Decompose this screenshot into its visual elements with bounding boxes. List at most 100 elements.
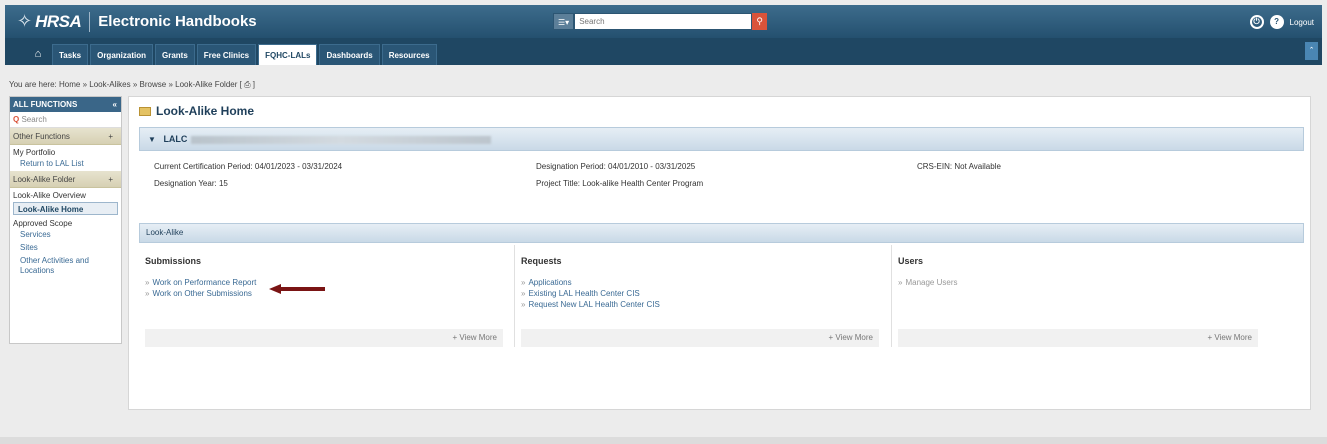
left-sidebar: ALL FUNCTIONS « Q Search Other Functions…	[9, 96, 122, 344]
tab-grants[interactable]: Grants	[154, 44, 195, 65]
breadcrumb-current: Look-Alike Folder	[175, 80, 238, 89]
tab-resources[interactable]: Resources	[381, 44, 437, 65]
tab-tasks[interactable]: Tasks	[52, 44, 89, 65]
tab-fqhc-lals[interactable]: FQHC-LALs	[258, 44, 318, 65]
sidebar-item-look-alike-overview[interactable]: Look-Alike Overview	[10, 188, 121, 201]
submissions-title: Submissions	[145, 256, 202, 266]
sidebar-group-approved-scope: Approved Scope	[13, 219, 73, 228]
users-title: Users	[898, 256, 924, 266]
crs-ein: CRS-EIN: Not Available	[917, 162, 1001, 171]
list-item[interactable]: » Work on Other Submissions	[145, 288, 256, 299]
tab-dashboards[interactable]: Dashboards	[319, 44, 380, 65]
bullet: »	[521, 289, 526, 298]
users-panel: Users » Manage Users + View More	[892, 245, 1304, 347]
power-icon[interactable]: ⏻	[1249, 15, 1264, 29]
designation-period: Designation Period: 04/01/2010 - 03/31/2…	[536, 162, 696, 171]
sidebar-item-look-alike-home[interactable]: Look-Alike Home	[13, 202, 118, 215]
main-content: Look-Alike Home ▼ LALC Current Certifica…	[128, 96, 1311, 410]
sidebar-header: ALL FUNCTIONS «	[10, 97, 121, 112]
manage-users-link[interactable]: Manage Users	[905, 278, 957, 287]
submissions-list: » Work on Performance Report » Work on Oth…	[145, 277, 256, 299]
requests-panel: Requests » Applications » Existing LAL Hea…	[515, 245, 892, 347]
bullet: »	[145, 278, 150, 287]
search-scope-dropdown[interactable]: ☰▾	[553, 13, 575, 30]
sidebar-section-look-alike-folder[interactable]: Look-Alike Folder +	[10, 171, 121, 188]
sidebar-item-other-activities[interactable]: Other Activities and Locations	[10, 255, 121, 278]
sidebar-collapse-icon[interactable]: «	[113, 97, 117, 112]
submissions-view-more[interactable]: + View More	[145, 329, 503, 347]
list-item[interactable]: » Manage Users	[898, 277, 957, 288]
sidebar-group-my-portfolio: My Portfolio	[13, 148, 56, 157]
logout-link[interactable]: Logout	[1290, 18, 1314, 27]
tab-organization[interactable]: Organization	[90, 44, 153, 65]
request-new-lal-cis-link[interactable]: Request New LAL Health Center CIS	[528, 300, 659, 309]
sidebar-header-label: ALL FUNCTIONS	[13, 100, 78, 109]
bullet: »	[898, 278, 903, 287]
logo-divider	[89, 11, 91, 32]
sidebar-search-placeholder: Search	[21, 115, 47, 124]
list-item[interactable]: » Work on Performance Report	[145, 277, 256, 288]
breadcrumb-separator: »	[132, 80, 138, 89]
sidebar-item-sites[interactable]: Sites	[10, 242, 121, 255]
applications-link[interactable]: Applications	[528, 278, 571, 287]
top-bar: ✧ HRSA Electronic Handbooks ☰▾ ⚲ ⏻ ? Log…	[5, 5, 1322, 38]
hrsa-logo[interactable]: ✧ HRSA Electronic Handbooks	[17, 11, 257, 32]
nav-collapse-icon[interactable]: ⌃	[1305, 42, 1318, 60]
tab-free-clinics[interactable]: Free Clinics	[196, 44, 257, 65]
help-icon[interactable]: ?	[1269, 15, 1284, 29]
certification-period: Current Certification Period: 04/01/2023…	[154, 162, 343, 171]
project-title: Project Title: Look-alike Health Center …	[536, 179, 704, 188]
main-nav: ⌂ Tasks Organization Grants Free Clinics…	[5, 38, 1322, 65]
sidebar-section-other-functions[interactable]: Other Functions +	[10, 128, 121, 145]
look-alike-section-header: Look-Alike	[139, 223, 1304, 243]
breadcrumb-separator: »	[168, 80, 173, 89]
search-button[interactable]: ⚲	[752, 13, 768, 30]
entity-header[interactable]: ▼ LALC	[139, 127, 1304, 151]
breadcrumb-look-alikes[interactable]: Look-Alikes	[89, 80, 130, 89]
sidebar-item-return-to-lal-list[interactable]: Return to LAL List	[10, 158, 121, 171]
section-toggle-icon[interactable]: +	[108, 171, 113, 188]
users-view-more[interactable]: + View More	[898, 329, 1258, 347]
requests-list: » Applications » Existing LAL Health Cente…	[521, 277, 660, 310]
global-search: ☰▾ ⚲	[553, 13, 768, 30]
top-right-controls: ⏻ ? Logout	[1249, 15, 1314, 29]
section-label: Look-Alike Folder	[13, 175, 76, 184]
sidebar-search[interactable]: Q Search	[10, 112, 121, 128]
hrsa-logo-text: HRSA	[35, 11, 82, 31]
section-label: Other Functions	[13, 132, 70, 141]
breadcrumb-prefix: You are here:	[9, 80, 57, 89]
print-icon[interactable]: [ ⎙ ]	[240, 80, 255, 89]
page-title-text: Look-Alike Home	[156, 104, 255, 118]
hhs-eagle-icon: ✧	[17, 11, 33, 31]
page-title: Look-Alike Home	[139, 104, 254, 118]
page-footer	[0, 437, 1327, 444]
entity-name: LALC	[163, 134, 188, 144]
breadcrumb: You are here: Home » Look-Alikes » Brows…	[9, 80, 255, 90]
list-item[interactable]: » Applications	[521, 277, 660, 288]
submissions-panel: Submissions » Work on Performance Report …	[139, 245, 515, 347]
folder-icon	[139, 106, 151, 116]
search-icon: Q	[13, 115, 20, 124]
breadcrumb-home[interactable]: Home	[59, 80, 80, 89]
annotation-arrow-icon	[269, 284, 325, 294]
breadcrumb-separator: »	[82, 80, 88, 89]
home-icon[interactable]: ⌂	[26, 44, 50, 65]
collapse-triangle-icon[interactable]: ▼	[148, 135, 156, 144]
users-list: » Manage Users	[898, 277, 957, 288]
list-item[interactable]: » Existing LAL Health Center CIS	[521, 288, 660, 299]
requests-title: Requests	[521, 256, 562, 266]
existing-lal-cis-link[interactable]: Existing LAL Health Center CIS	[528, 289, 639, 298]
app-title: Electronic Handbooks	[98, 13, 257, 30]
designation-year: Designation Year: 15	[154, 179, 228, 188]
work-on-other-submissions-link[interactable]: Work on Other Submissions	[152, 289, 251, 298]
redacted-entity-name	[190, 135, 491, 144]
bullet: »	[521, 300, 526, 309]
bullet: »	[145, 289, 150, 298]
requests-view-more[interactable]: + View More	[521, 329, 879, 347]
global-search-input[interactable]	[574, 13, 753, 30]
work-on-performance-report-link[interactable]: Work on Performance Report	[152, 278, 256, 287]
sidebar-item-services[interactable]: Services	[10, 229, 121, 242]
breadcrumb-browse[interactable]: Browse	[140, 80, 167, 89]
list-item[interactable]: » Request New LAL Health Center CIS	[521, 299, 660, 310]
section-toggle-icon[interactable]: +	[108, 128, 113, 145]
